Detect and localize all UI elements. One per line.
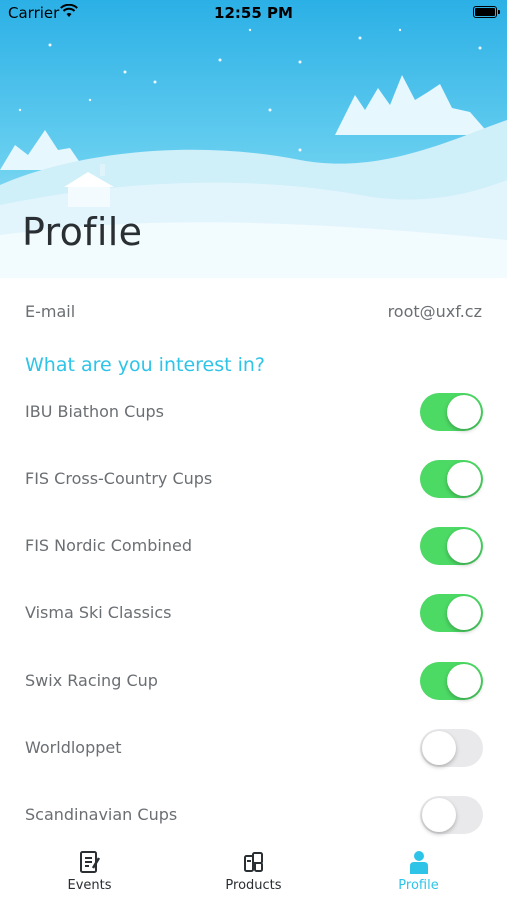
page-title: Profile (22, 210, 143, 254)
interest-toggle[interactable] (420, 594, 483, 632)
header-banner: Profile (0, 0, 507, 278)
toggle-knob (447, 395, 481, 429)
interest-row: Swix Racing Cup (0, 647, 507, 714)
tab-events[interactable]: Events (5, 840, 174, 900)
toggle-knob (447, 664, 481, 698)
email-row: E-mail root@uxf.cz (0, 278, 507, 348)
status-time: 12:55 PM (214, 4, 293, 22)
tab-bar: Events Products Profile (0, 840, 507, 900)
tab-profile[interactable]: Profile (334, 840, 503, 900)
interest-row: Visma Ski Classics (0, 579, 507, 646)
interest-row: FIS Cross-Country Cups (0, 445, 507, 512)
interest-label: Worldloppet (25, 738, 122, 757)
interest-toggle[interactable] (420, 796, 483, 834)
interests-section-title: What are you interest in? (25, 354, 266, 376)
toggle-knob (422, 731, 456, 765)
interest-row: Scandinavian Cups (0, 781, 507, 848)
interest-label: FIS Nordic Combined (25, 536, 192, 555)
interest-toggle[interactable] (420, 460, 483, 498)
events-icon (78, 850, 102, 874)
interest-toggle[interactable] (420, 729, 483, 767)
toggle-knob (422, 798, 456, 832)
interest-label: FIS Cross-Country Cups (25, 469, 213, 488)
tab-label: Products (225, 878, 282, 893)
email-label: E-mail (25, 302, 76, 321)
profile-icon (407, 850, 431, 874)
products-icon (242, 850, 266, 874)
status-bar: Carrier 12:55 PM (0, 0, 507, 26)
toggle-knob (447, 596, 481, 630)
battery-icon (473, 6, 500, 18)
interest-label: Visma Ski Classics (25, 603, 172, 622)
toggle-knob (447, 529, 481, 563)
interest-toggle[interactable] (420, 527, 483, 565)
interest-row: FIS Nordic Combined (0, 512, 507, 579)
interest-toggle[interactable] (420, 393, 483, 431)
interest-label: Scandinavian Cups (25, 805, 178, 824)
tab-products[interactable]: Products (169, 840, 338, 900)
interest-row: Worldloppet (0, 714, 507, 781)
interest-label: IBU Biathon Cups (25, 402, 164, 421)
tab-label: Events (67, 878, 112, 893)
toggle-knob (447, 462, 481, 496)
interest-row: IBU Biathon Cups (0, 378, 507, 445)
interest-toggle[interactable] (420, 662, 483, 700)
tab-label: Profile (398, 878, 439, 893)
interest-label: Swix Racing Cup (25, 671, 158, 690)
email-value: root@uxf.cz (387, 302, 482, 321)
